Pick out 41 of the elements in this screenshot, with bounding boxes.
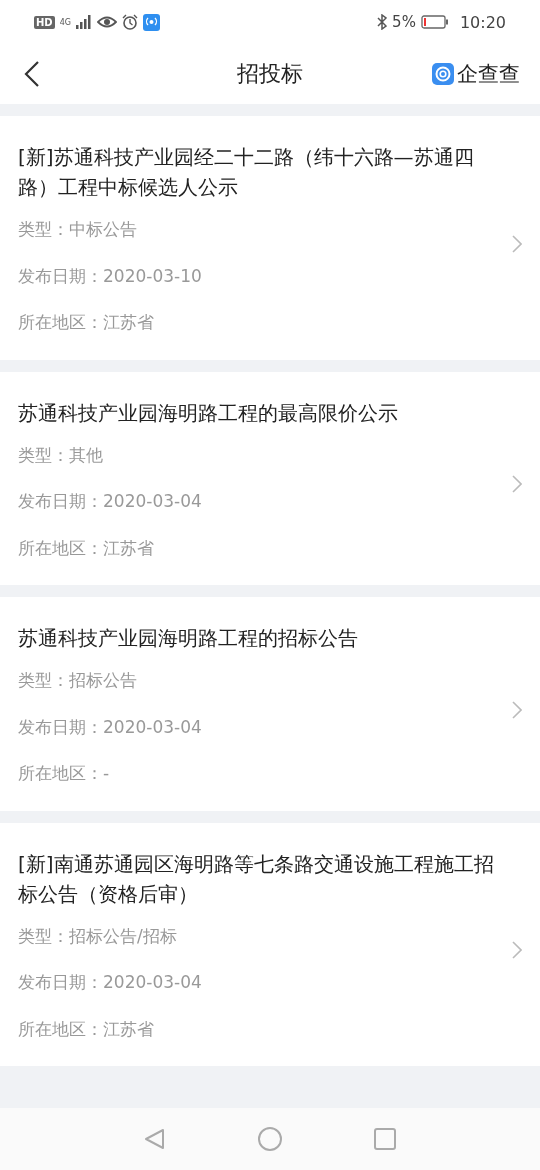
tender-field: 发布日期：2020-03-04 [18, 478, 502, 525]
battery-percent: 5% [392, 13, 416, 31]
nav-back-icon[interactable] [143, 1127, 167, 1151]
tender-field: 发布日期：2020-03-04 [18, 703, 502, 750]
tender-field: 类型：其他 [18, 431, 502, 478]
clock-time: 10:20 [459, 12, 506, 32]
eye-icon [96, 15, 117, 29]
nav-recent-icon[interactable] [373, 1127, 397, 1151]
tender-field: 类型：招标公告 [18, 657, 502, 704]
battery-icon [420, 15, 449, 29]
tender-title: 苏通科技产业园海明路工程的最高限价公示 [18, 399, 399, 427]
back-icon[interactable] [24, 61, 40, 87]
network-label: 4G [59, 17, 71, 27]
tender-card[interactable]: [新]苏通科技产业园经二十二路（纬十六路—苏通四路）工程中标候选人公示 类型：中标公告 发布日期：2020-03-10 所在地区：江苏省 [0, 116, 540, 360]
tender-field: 所在地区：- [18, 750, 502, 797]
tender-field: 类型：中标公告 [18, 206, 502, 253]
alarm-icon [121, 14, 138, 30]
brand-logo-icon [432, 63, 454, 85]
chevron-right-icon [512, 234, 522, 253]
brand-name[interactable]: 企查查 [457, 60, 520, 88]
tender-field: 所在地区：江苏省 [18, 1005, 502, 1052]
tender-title: [新]苏通科技产业园经二十二路（纬十六路—苏通四路）工程中标候选人公示 [18, 144, 475, 201]
page-title: 招投标 [237, 60, 303, 88]
tender-field: 发布日期：2020-03-10 [18, 252, 502, 299]
nav-home-icon[interactable] [257, 1126, 283, 1152]
tender-title: [新]南通苏通园区海明路等七条路交通设施工程施工招标公告（资格后审） [18, 850, 495, 908]
tender-card[interactable]: 苏通科技产业园海明路工程的招标公告 类型：招标公告 发布日期：2020-03-04 所在地区：- [0, 597, 540, 811]
tender-card[interactable]: 苏通科技产业园海明路工程的最高限价公示 类型：其他 发布日期：2020-03-04 所在地区：江苏省 [0, 371, 540, 585]
chevron-right-icon [512, 475, 522, 494]
chevron-right-icon [512, 941, 522, 960]
hd-icon: HD [34, 15, 55, 29]
tender-title: 苏通科技产业园海明路工程的招标公告 [18, 625, 359, 652]
tender-field: 发布日期：2020-03-04 [18, 959, 502, 1006]
tender-field: 所在地区：江苏省 [18, 524, 502, 571]
tender-card[interactable]: [新]南通苏通园区海明路等七条路交通设施工程施工招标公告（资格后审） 类型：招标公告/招标 发布日期：2020-03-04 所在地区：江苏省 [0, 822, 540, 1066]
signal-icon [75, 15, 92, 29]
chevron-right-icon [512, 700, 522, 719]
tender-field: 所在地区：江苏省 [18, 299, 502, 346]
hotspot-icon [142, 13, 160, 31]
bluetooth-icon [377, 14, 388, 30]
tender-field: 类型：招标公告/招标 [18, 912, 502, 959]
